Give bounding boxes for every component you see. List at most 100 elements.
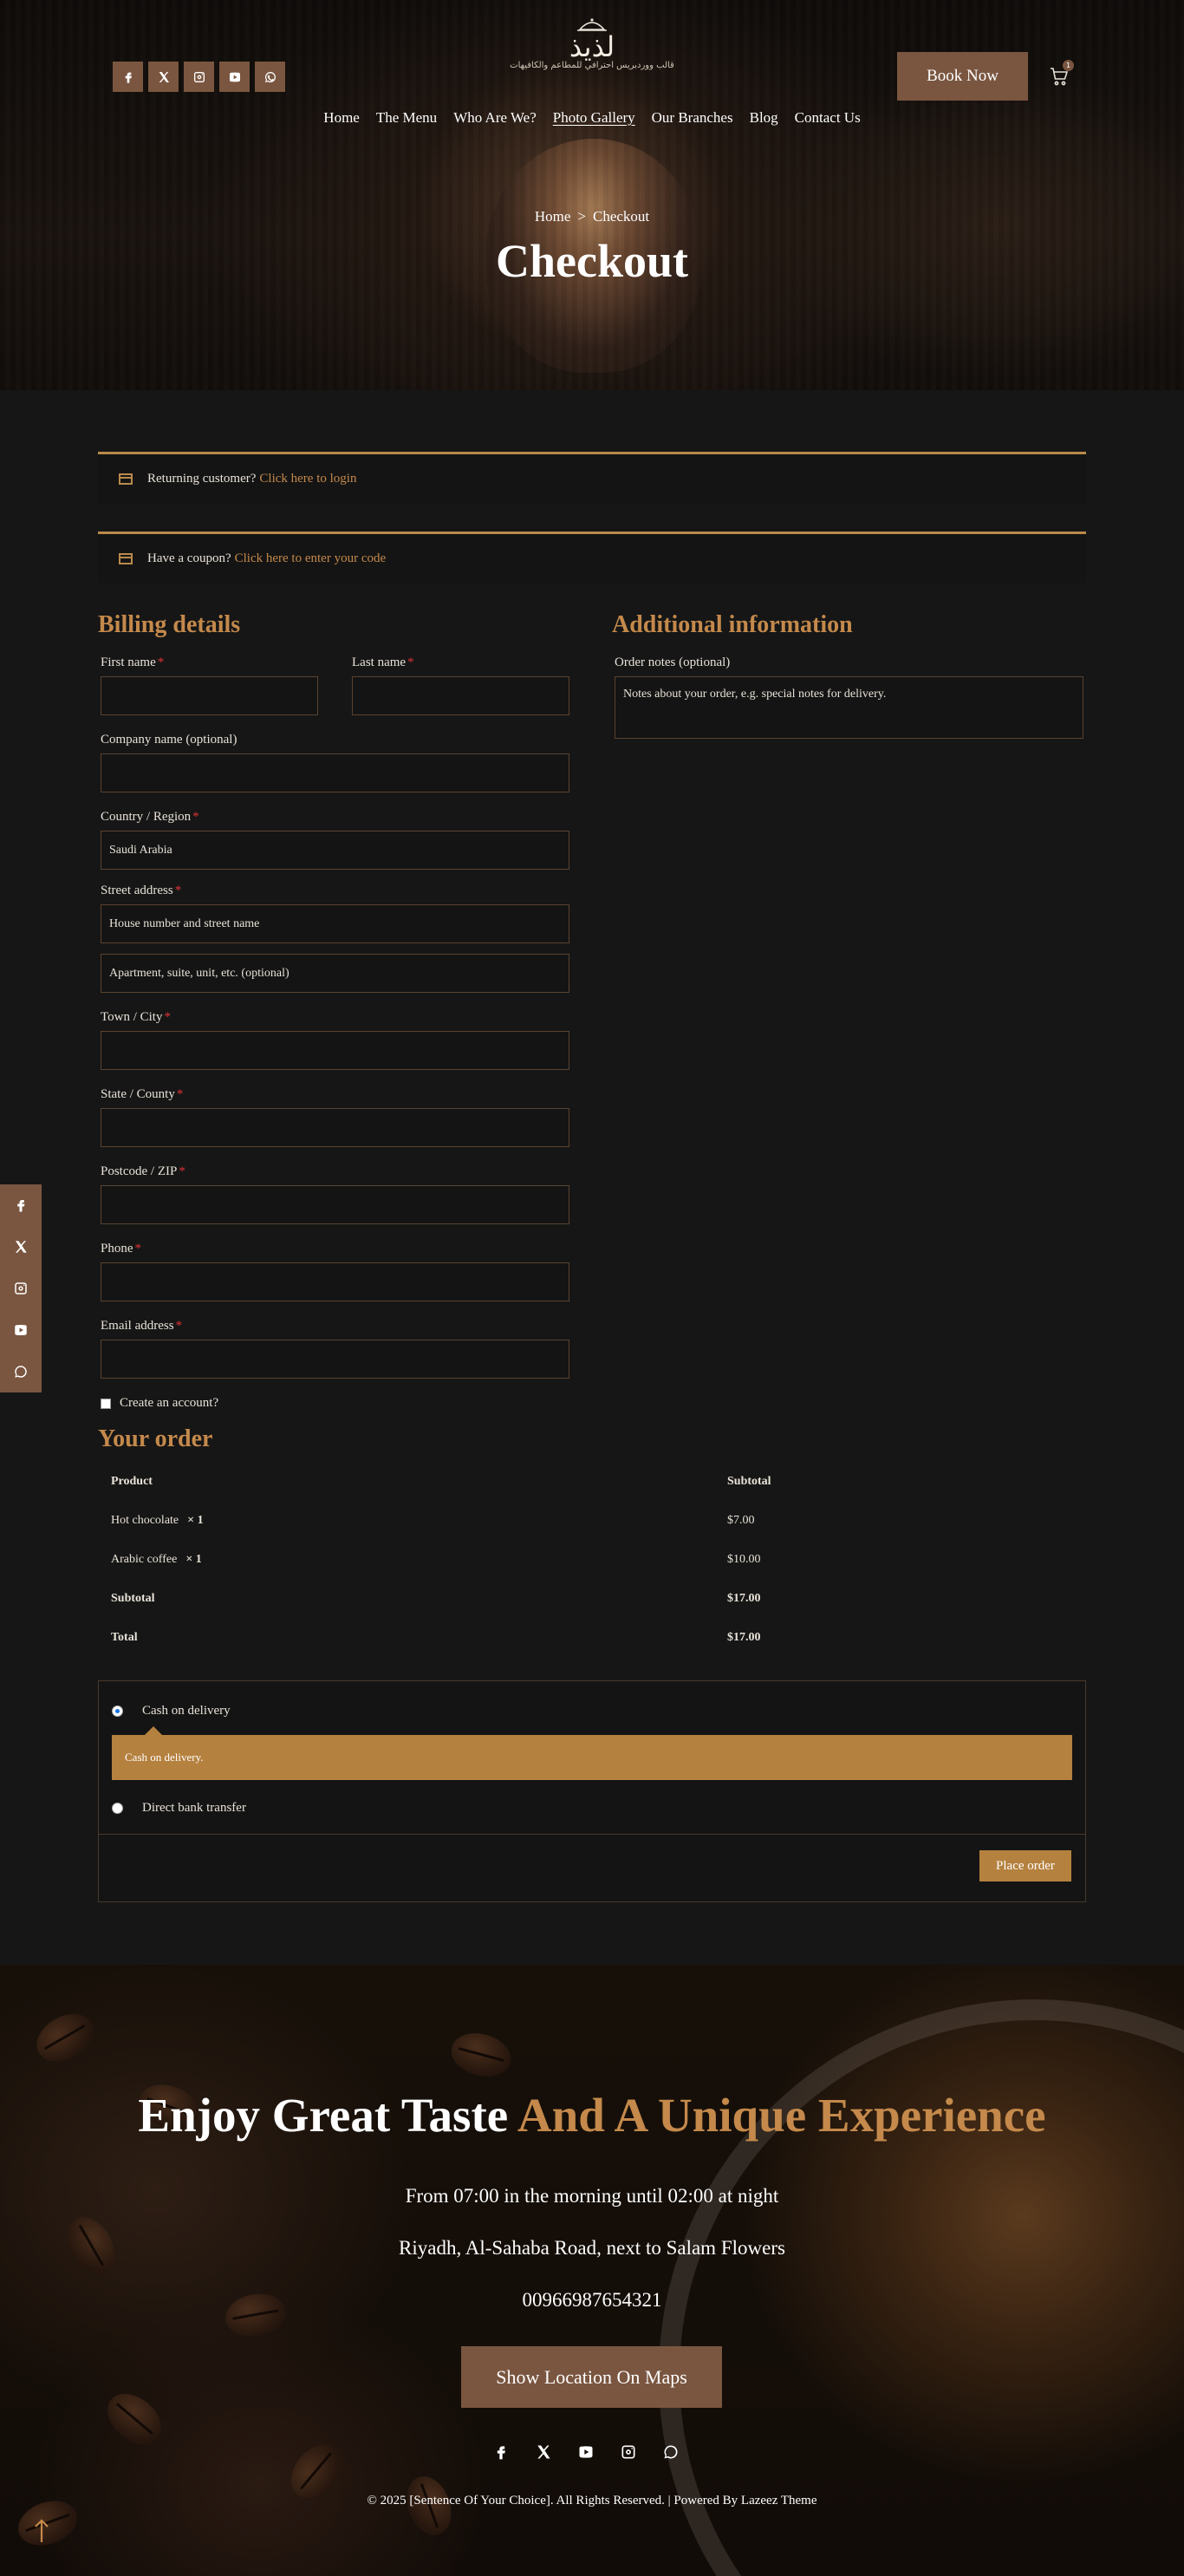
nav-blog[interactable]: Blog [750,109,778,127]
state-label: State / County * [101,1087,183,1102]
header-social-links [113,62,285,92]
breadcrumb-home[interactable]: Home [535,208,571,225]
radio-selected[interactable] [112,1705,123,1717]
footer-headline-main: Enjoy Great Taste [138,2089,509,2142]
whatsapp-icon[interactable] [0,1351,42,1392]
book-now-button[interactable]: Book Now [897,52,1028,101]
footer-headline-accent: And A Unique Experience [517,2089,1046,2142]
subtotal-label: Subtotal [111,1591,155,1605]
order-notes-textarea[interactable]: Notes about your order, e.g. special not… [615,676,1083,739]
x-icon[interactable] [148,62,179,92]
instagram-icon[interactable] [0,1268,42,1309]
breadcrumb-current: Checkout [592,208,650,225]
phone-field[interactable] [101,1262,569,1301]
country-label-text: Country / Region [101,810,192,824]
page-title: Checkout [495,235,688,287]
nav-who-are-we[interactable]: Who Are We? [453,109,537,127]
subtotal-row: Subtotal $17.00 [98,1579,1086,1618]
whatsapp-icon[interactable] [662,2443,680,2465]
street-address-2-field[interactable]: Apartment, suite, unit, etc. (optional) [101,954,569,993]
place-order-button[interactable]: Place order [979,1850,1071,1881]
create-account-checkbox[interactable]: Create an account? [101,1396,218,1411]
product-column-header: Product [111,1474,153,1488]
opening-hours: From 07:00 in the morning until 02:00 at… [405,2185,779,2207]
nav-home[interactable]: Home [323,109,360,127]
total-label: Total [111,1630,138,1644]
city-field[interactable] [101,1031,569,1070]
facebook-icon[interactable] [0,1184,42,1226]
subtotal-column-header: Subtotal [727,1474,771,1488]
side-social-bar [0,1184,42,1392]
street-label-text: Street address [101,884,173,897]
show-location-button[interactable]: Show Location On Maps [461,2346,722,2408]
nav-branches[interactable]: Our Branches [652,109,733,127]
checkbox-box[interactable] [101,1398,111,1409]
window-icon [119,553,133,564]
last-name-field[interactable] [352,676,569,715]
create-account-label: Create an account? [120,1396,219,1410]
product-cell: Arabic coffee × 1 [111,1553,202,1567]
product-name: Arabic coffee [111,1552,178,1566]
email-label-text: Email address [101,1319,174,1333]
required-mark: * [175,1319,183,1333]
state-field[interactable] [101,1108,569,1147]
city-label: Town / City * [101,1010,171,1025]
required-mark: * [157,655,165,669]
bank-transfer-label: Direct bank transfer [142,1801,246,1815]
last-name-label: Last name * [352,655,414,670]
nav-menu[interactable]: The Menu [376,109,437,127]
x-icon[interactable] [535,2443,552,2465]
additional-info-title: Additional information [612,611,853,638]
logo-tagline: قالب ووردبريس احترافي للمطاعم والكافيهات [510,61,674,70]
facebook-icon[interactable] [492,2443,510,2465]
phone-label-text: Phone [101,1242,133,1255]
table-row: Arabic coffee × 1 $10.00 [98,1540,1086,1579]
table-row: Hot chocolate × 1 $7.00 [98,1501,1086,1540]
coffee-bean [28,2004,102,2071]
total-row: Total $17.00 [98,1618,1086,1657]
nav-contact[interactable]: Contact Us [795,109,861,127]
whatsapp-icon[interactable] [255,62,285,92]
footer-phone[interactable]: 00966987654321 [0,2289,1184,2312]
first-name-label: First name * [101,655,164,670]
breadcrumb: Home > Checkout [0,208,1184,225]
instagram-icon[interactable] [620,2443,637,2465]
street-address-field[interactable]: House number and street name [101,904,569,943]
youtube-icon[interactable] [0,1309,42,1351]
company-field[interactable] [101,753,569,792]
email-field[interactable] [101,1340,569,1379]
coupon-link[interactable]: Click here to enter your code [235,551,387,566]
product-price: $7.00 [727,1513,755,1527]
postcode-field[interactable] [101,1185,569,1224]
cart-button[interactable]: 1 [1049,60,1074,87]
payment-option-cod[interactable]: Cash on delivery [112,1704,231,1718]
first-name-field[interactable] [101,676,318,715]
hero-banner: لذيذ قالب ووردبريس احترافي للمطاعم والكا… [0,0,1184,390]
country-label: Country / Region * [101,810,199,825]
footer-headline: Enjoy Great Taste And A Unique Experienc… [0,2088,1184,2142]
phone-label: Phone * [101,1242,141,1256]
product-qty: × 1 [185,1552,202,1566]
returning-customer-notice: Returning customer? Click here to login [98,452,1086,504]
logo-text: لذيذ [569,30,615,63]
x-icon[interactable] [0,1226,42,1268]
youtube-icon[interactable] [219,62,250,92]
coupon-notice: Have a coupon? Click here to enter your … [98,532,1086,584]
facebook-icon[interactable] [113,62,143,92]
payment-option-bank[interactable]: Direct bank transfer [112,1801,246,1816]
last-name-label-text: Last name [352,655,407,669]
youtube-icon[interactable] [577,2443,595,2465]
country-select[interactable]: Saudi Arabia [101,831,569,870]
required-mark: * [407,655,414,669]
coffee-bean [97,2384,172,2455]
scroll-to-top-button[interactable] [33,2518,50,2544]
radio-unselected[interactable] [112,1803,123,1814]
required-mark: * [176,1087,184,1101]
nav-photo-gallery[interactable]: Photo Gallery [553,109,635,127]
instagram-icon[interactable] [184,62,214,92]
postcode-label: Postcode / ZIP * [101,1164,185,1179]
payment-methods: Cash on delivery Cash on delivery. Direc… [98,1680,1086,1902]
login-link[interactable]: Click here to login [259,472,356,486]
site-logo[interactable]: لذيذ قالب ووردبريس احترافي للمطاعم والكا… [485,16,699,70]
window-icon [119,473,133,485]
